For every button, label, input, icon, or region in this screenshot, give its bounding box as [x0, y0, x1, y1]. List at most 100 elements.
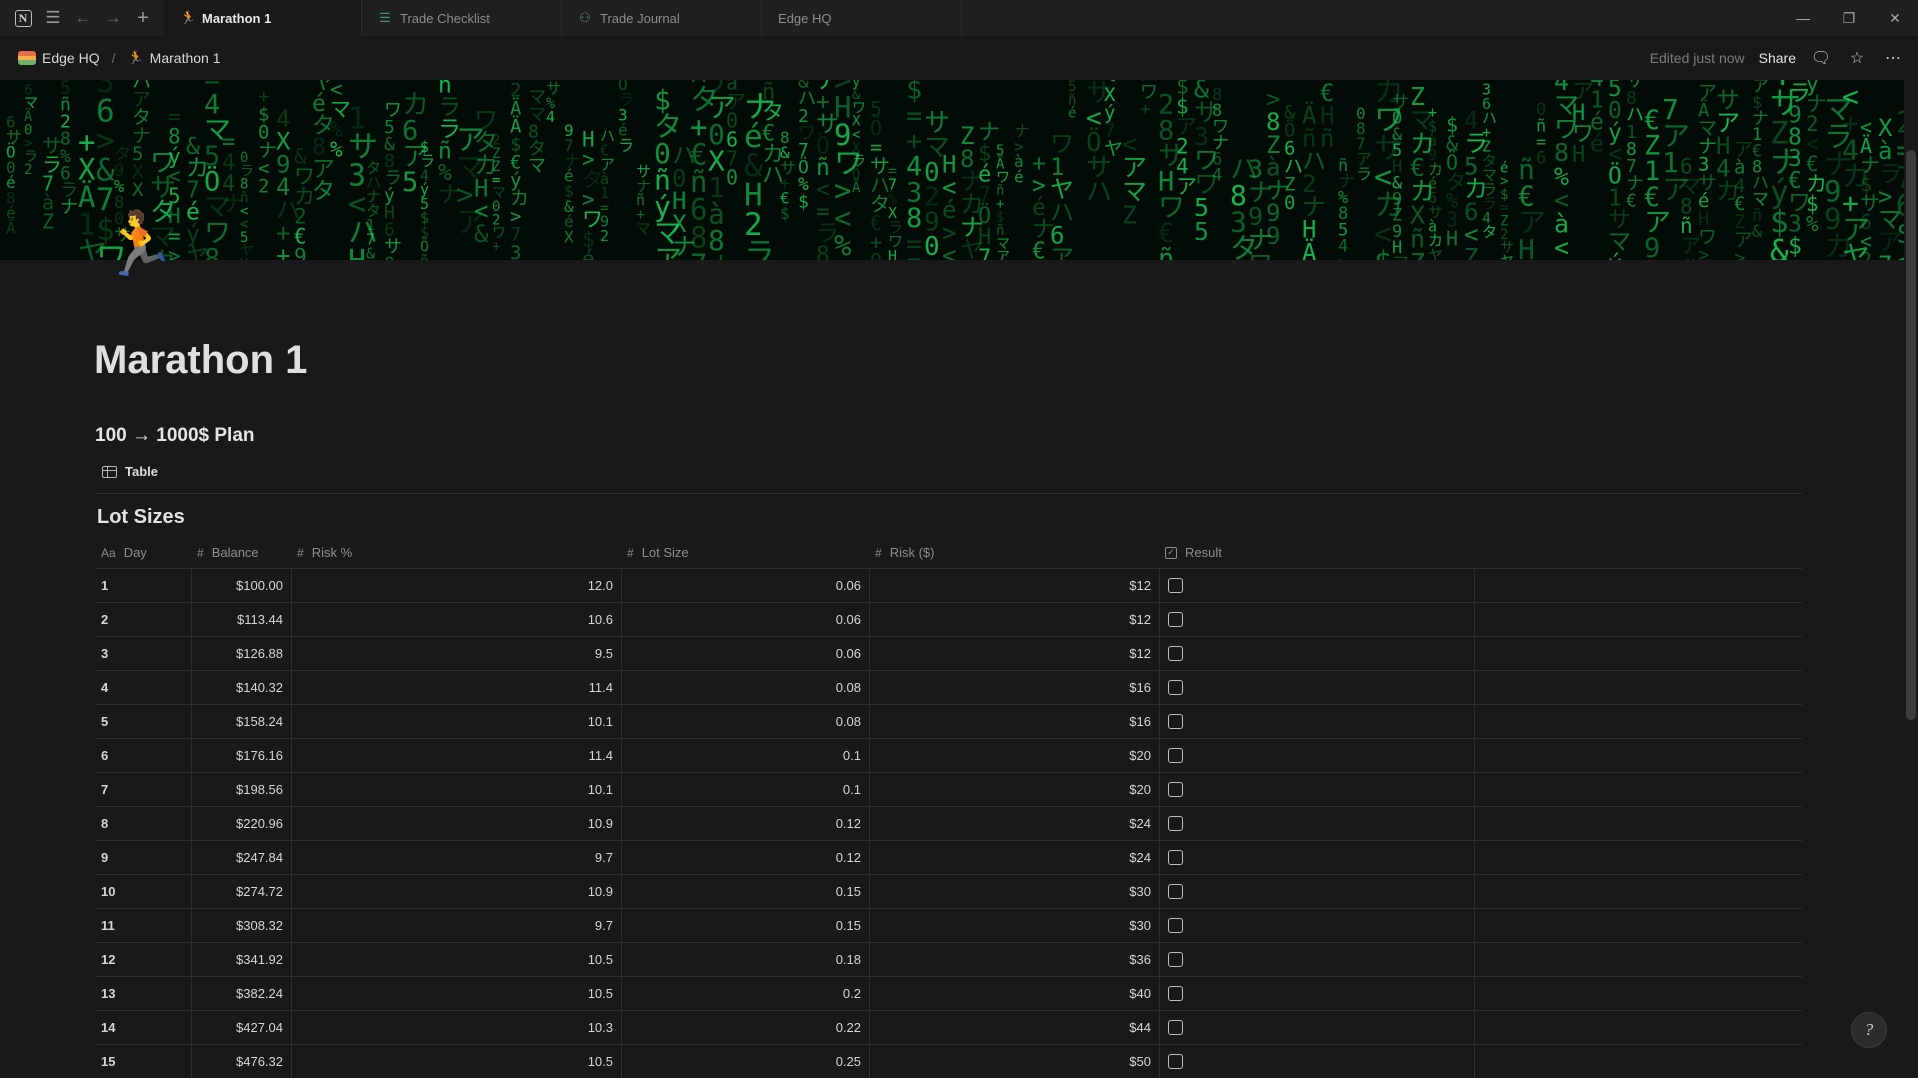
cell-lot-size[interactable]: 0.2 — [622, 977, 870, 1010]
cell-balance[interactable]: $341.92 — [192, 943, 292, 976]
cell-day[interactable]: 3 — [96, 637, 192, 670]
breadcrumb-workspace[interactable]: Edge HQ — [42, 50, 100, 66]
notion-logo-icon[interactable]: N — [10, 5, 36, 31]
cell-risk-pct[interactable]: 9.7 — [292, 909, 622, 942]
tab-edge-hq[interactable]: Edge HQ — [762, 0, 962, 36]
cell-risk-usd[interactable]: $16 — [870, 705, 1160, 738]
database-title[interactable]: Lot Sizes — [97, 506, 185, 529]
more-options-icon[interactable]: ⋯ — [1882, 48, 1904, 68]
result-checkbox[interactable] — [1168, 782, 1183, 797]
cell-balance[interactable]: $247.84 — [192, 841, 292, 874]
cell-risk-pct[interactable]: 10.5 — [292, 1045, 622, 1078]
cell-balance[interactable]: $100.00 — [192, 569, 292, 602]
minimize-icon[interactable]: — — [1780, 0, 1826, 36]
page-title[interactable]: Marathon 1 — [94, 338, 307, 383]
cell-risk-pct[interactable]: 11.4 — [292, 739, 622, 772]
cell-lot-size[interactable]: 0.06 — [622, 603, 870, 636]
table-row[interactable]: 3 $126.88 9.5 0.06 $12 — [96, 637, 1802, 671]
cell-day[interactable]: 5 — [96, 705, 192, 738]
cell-risk-pct[interactable]: 10.9 — [292, 807, 622, 840]
table-row[interactable]: 13 $382.24 10.5 0.2 $40 — [96, 977, 1802, 1011]
table-row[interactable]: 5 $158.24 10.1 0.08 $16 — [96, 705, 1802, 739]
cell-day[interactable]: 12 — [96, 943, 192, 976]
comment-icon[interactable]: 🗨 — [1810, 48, 1832, 68]
back-arrow-icon[interactable]: ← — [70, 5, 96, 31]
help-button[interactable]: ? — [1851, 1012, 1887, 1048]
result-checkbox[interactable] — [1168, 612, 1183, 627]
cell-lot-size[interactable]: 0.1 — [622, 739, 870, 772]
cell-risk-pct[interactable]: 9.5 — [292, 637, 622, 670]
cell-risk-usd[interactable]: $20 — [870, 773, 1160, 806]
cell-lot-size[interactable]: 0.15 — [622, 875, 870, 908]
cell-balance[interactable]: $158.24 — [192, 705, 292, 738]
cell-day[interactable]: 9 — [96, 841, 192, 874]
forward-arrow-icon[interactable]: → — [100, 5, 126, 31]
table-row[interactable]: 10 $274.72 10.9 0.15 $30 — [96, 875, 1802, 909]
result-checkbox[interactable] — [1168, 748, 1183, 763]
cell-balance[interactable]: $476.32 — [192, 1045, 292, 1078]
cell-day[interactable]: 1 — [96, 569, 192, 602]
result-checkbox[interactable] — [1168, 1054, 1183, 1069]
cell-lot-size[interactable]: 0.1 — [622, 773, 870, 806]
cell-risk-pct[interactable]: 10.1 — [292, 705, 622, 738]
cell-risk-usd[interactable]: $24 — [870, 841, 1160, 874]
cell-balance[interactable]: $113.44 — [192, 603, 292, 636]
table-row[interactable]: 8 $220.96 10.9 0.12 $24 — [96, 807, 1802, 841]
page-icon-runner[interactable]: 🏃 — [100, 214, 177, 276]
page-cover[interactable]: 6サÖ0é8éÄ<6マÄ0>ラ2サラ7àZタ5ñ28%6ラナ+XÄ1ヤý36>&… — [0, 80, 1904, 260]
cell-risk-pct[interactable]: 10.5 — [292, 943, 622, 976]
table-row[interactable]: 7 $198.56 10.1 0.1 $20 — [96, 773, 1802, 807]
table-row[interactable]: 14 $427.04 10.3 0.22 $44 — [96, 1011, 1802, 1045]
tab-marathon-1[interactable]: 🏃 Marathon 1 — [164, 0, 362, 36]
cell-risk-pct[interactable]: 10.5 — [292, 977, 622, 1010]
cell-balance[interactable]: $274.72 — [192, 875, 292, 908]
cell-day[interactable]: 11 — [96, 909, 192, 942]
restore-icon[interactable]: ❐ — [1826, 0, 1872, 36]
cell-lot-size[interactable]: 0.12 — [622, 807, 870, 840]
cell-risk-pct[interactable]: 10.9 — [292, 875, 622, 908]
cell-lot-size[interactable]: 0.22 — [622, 1011, 870, 1044]
cell-risk-usd[interactable]: $30 — [870, 875, 1160, 908]
cell-risk-pct[interactable]: 12.0 — [292, 569, 622, 602]
new-tab-plus-icon[interactable]: + — [130, 5, 156, 31]
table-row[interactable]: 2 $113.44 10.6 0.06 $12 — [96, 603, 1802, 637]
column-header-day[interactable]: Aa Day — [96, 537, 192, 568]
cell-risk-pct[interactable]: 10.6 — [292, 603, 622, 636]
cell-lot-size[interactable]: 0.08 — [622, 671, 870, 704]
result-checkbox[interactable] — [1168, 986, 1183, 1001]
column-header-risk-usd[interactable]: # Risk ($) — [870, 537, 1160, 568]
cell-risk-usd[interactable]: $36 — [870, 943, 1160, 976]
cell-balance[interactable]: $382.24 — [192, 977, 292, 1010]
cell-balance[interactable]: $427.04 — [192, 1011, 292, 1044]
star-icon[interactable]: ☆ — [1846, 48, 1868, 68]
table-row[interactable]: 15 $476.32 10.5 0.25 $50 — [96, 1045, 1802, 1078]
cell-risk-pct[interactable]: 11.4 — [292, 671, 622, 704]
cell-risk-usd[interactable]: $50 — [870, 1045, 1160, 1078]
table-row[interactable]: 6 $176.16 11.4 0.1 $20 — [96, 739, 1802, 773]
cell-risk-usd[interactable]: $30 — [870, 909, 1160, 942]
cell-risk-usd[interactable]: $20 — [870, 739, 1160, 772]
cell-risk-usd[interactable]: $40 — [870, 977, 1160, 1010]
cell-risk-usd[interactable]: $24 — [870, 807, 1160, 840]
cell-day[interactable]: 15 — [96, 1045, 192, 1078]
cell-risk-usd[interactable]: $12 — [870, 603, 1160, 636]
view-tab-table[interactable]: Table — [102, 464, 158, 479]
cell-risk-pct[interactable]: 9.7 — [292, 841, 622, 874]
result-checkbox[interactable] — [1168, 918, 1183, 933]
result-checkbox[interactable] — [1168, 646, 1183, 661]
cell-balance[interactable]: $308.32 — [192, 909, 292, 942]
cell-balance[interactable]: $140.32 — [192, 671, 292, 704]
cell-balance[interactable]: $176.16 — [192, 739, 292, 772]
cell-risk-usd[interactable]: $12 — [870, 637, 1160, 670]
result-checkbox[interactable] — [1168, 1020, 1183, 1035]
tab-trade-journal[interactable]: ⚇ Trade Journal — [562, 0, 762, 36]
cell-day[interactable]: 2 — [96, 603, 192, 636]
column-header-lot-size[interactable]: # Lot Size — [622, 537, 870, 568]
result-checkbox[interactable] — [1168, 578, 1183, 593]
cell-day[interactable]: 8 — [96, 807, 192, 840]
cell-lot-size[interactable]: 0.12 — [622, 841, 870, 874]
table-row[interactable]: 11 $308.32 9.7 0.15 $30 — [96, 909, 1802, 943]
result-checkbox[interactable] — [1168, 850, 1183, 865]
close-icon[interactable]: ✕ — [1872, 0, 1918, 36]
cell-day[interactable]: 14 — [96, 1011, 192, 1044]
